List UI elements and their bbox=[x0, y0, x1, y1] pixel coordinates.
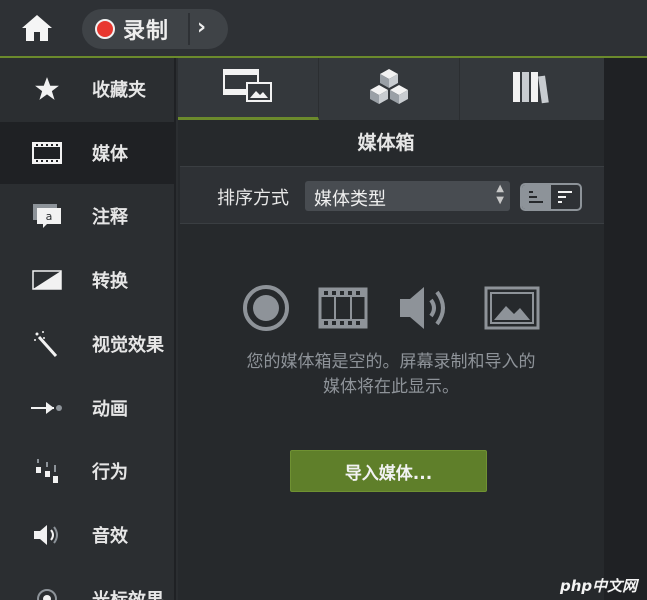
sidebar-item-label: 媒体 bbox=[92, 144, 128, 165]
svg-text:a: a bbox=[46, 210, 53, 223]
sidebar-item-transitions[interactable]: 转换 bbox=[0, 249, 174, 311]
image-icon bbox=[484, 283, 540, 333]
tab-media-bin[interactable] bbox=[178, 58, 319, 120]
record-divider bbox=[188, 13, 190, 45]
tab-library[interactable] bbox=[319, 58, 460, 120]
callout-icon: a bbox=[30, 201, 64, 231]
tab-books[interactable] bbox=[460, 58, 601, 120]
library-cubes-icon bbox=[367, 67, 411, 111]
sidebar-item-label: 注释 bbox=[92, 207, 128, 228]
sidebar-item-label: 视觉效果 bbox=[92, 335, 164, 356]
star-icon bbox=[30, 74, 64, 104]
sidebar-item-label: 收藏夹 bbox=[92, 80, 146, 101]
panel-title: 媒体箱 bbox=[357, 132, 415, 154]
sidebar-item-favorites[interactable]: 收藏夹 bbox=[0, 58, 174, 120]
speaker-icon bbox=[30, 520, 64, 550]
sidebar-item-visual-effects[interactable]: 视觉效果 bbox=[0, 313, 174, 375]
sidebar: 收藏夹 媒体 a 注释 转换 视觉效果 动画 行为 音效 bbox=[0, 58, 176, 600]
sidebar-item-label: 光标效果 bbox=[92, 586, 164, 600]
sidebar-item-label: 转换 bbox=[92, 271, 128, 292]
books-icon bbox=[511, 70, 551, 108]
view-toggle bbox=[520, 183, 582, 211]
record-menu[interactable]: 录制 › bbox=[82, 9, 228, 49]
home-icon[interactable] bbox=[20, 12, 54, 44]
record-label: 录制 bbox=[123, 19, 170, 44]
record-dot-icon bbox=[95, 19, 115, 39]
sidebar-item-label: 行为 bbox=[92, 462, 128, 483]
empty-media-icons bbox=[242, 283, 542, 333]
animation-arrow-icon bbox=[30, 393, 64, 423]
magic-wand-icon bbox=[30, 329, 64, 359]
sort-bar: 排序方式 媒体类型 ▲ ▼ bbox=[180, 166, 604, 224]
record-circle-icon bbox=[242, 283, 290, 333]
updown-arrows-icon: ▲ ▼ bbox=[496, 183, 504, 206]
sidebar-item-annotations[interactable]: a 注释 bbox=[0, 185, 174, 247]
empty-message: 您的媒体箱是空的。屏幕录制和导入的 媒体将在此显示。 bbox=[178, 350, 604, 400]
top-bar: 录制 › bbox=[0, 0, 647, 58]
sort-label: 排序方式 bbox=[217, 188, 289, 209]
watermark: php中文网 bbox=[560, 577, 638, 595]
sort-descending-icon[interactable] bbox=[551, 185, 580, 209]
media-tabs bbox=[178, 58, 604, 120]
sort-ascending-icon[interactable] bbox=[522, 185, 551, 209]
speaker-icon bbox=[398, 283, 454, 333]
cursor-icon bbox=[30, 584, 64, 600]
behavior-icon bbox=[30, 456, 64, 486]
sidebar-item-audio-effects[interactable]: 音效 bbox=[0, 504, 174, 566]
sidebar-item-cursor-effects[interactable]: 光标效果 bbox=[0, 568, 174, 600]
sidebar-item-animations[interactable]: 动画 bbox=[0, 377, 174, 439]
sidebar-item-behaviors[interactable]: 行为 bbox=[0, 440, 174, 502]
sidebar-item-media[interactable]: 媒体 bbox=[0, 122, 174, 184]
empty-message-line1: 您的媒体箱是空的。屏幕录制和导入的 bbox=[246, 352, 536, 372]
film-icon bbox=[318, 283, 368, 333]
sidebar-item-label: 音效 bbox=[92, 526, 128, 547]
sort-value: 媒体类型 bbox=[314, 189, 386, 210]
right-strip bbox=[604, 58, 647, 600]
import-media-button[interactable]: 导入媒体... bbox=[290, 450, 487, 492]
film-icon bbox=[30, 138, 64, 168]
sort-select[interactable]: 媒体类型 ▲ ▼ bbox=[305, 181, 510, 211]
media-bin-icon bbox=[223, 68, 273, 107]
chevron-right-icon[interactable]: › bbox=[197, 15, 206, 40]
media-bin-panel: 媒体箱 排序方式 媒体类型 ▲ ▼ 您的媒体箱是空的。屏幕录制和导入的 媒体将在… bbox=[178, 120, 604, 600]
sidebar-item-label: 动画 bbox=[92, 399, 128, 420]
empty-message-line2: 媒体将在此显示。 bbox=[323, 377, 459, 397]
transition-icon bbox=[30, 265, 64, 295]
